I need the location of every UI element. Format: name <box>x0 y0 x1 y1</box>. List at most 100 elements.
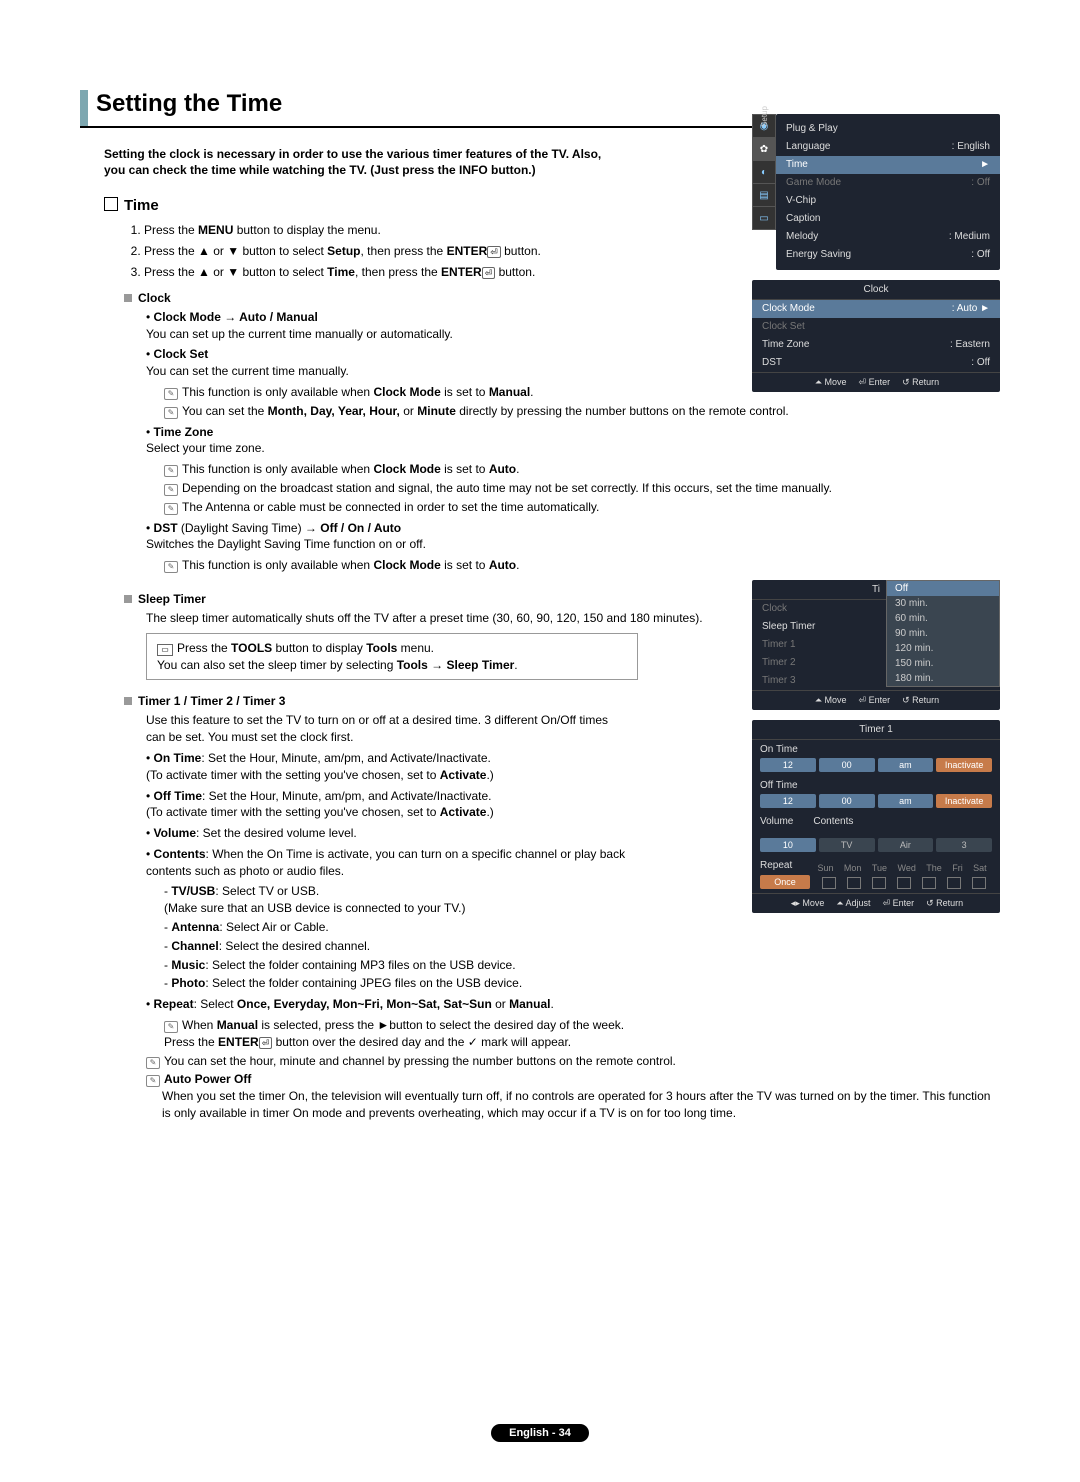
day-checkbox <box>922 877 936 889</box>
timer-btn: 12 <box>760 758 816 772</box>
sleep-timer-popup: Off30 min.60 min.90 min.120 min.150 min.… <box>886 580 1000 687</box>
popup-option: 30 min. <box>887 596 999 611</box>
timer-btn: 12 <box>760 794 816 808</box>
ontime-text: On Time: Set the Hour, Minute, am/pm, an… <box>146 751 494 782</box>
contents-antenna: - Antenna: Select Air or Cable. <box>164 919 1000 936</box>
volume-text: Volume: Set the desired volume level. <box>154 826 357 840</box>
page-title: Setting the Time <box>96 90 282 126</box>
popup-option: Off <box>887 581 999 596</box>
clock-menu-screenshot: Clock Clock Mode: Auto ►Clock SetTime Zo… <box>752 280 1000 392</box>
clock-set-note2-text: You can set the Month, Day, Year, Hour, … <box>182 404 789 418</box>
auto-power-off: ✎Auto Power OffWhen you set the timer On… <box>146 1071 1000 1121</box>
intro-text: Setting the clock is necessary in order … <box>104 146 604 178</box>
clock-set-note1-text: This function is only available when Clo… <box>182 385 534 399</box>
timer-btn: am <box>878 794 934 808</box>
timer-btn: Inactivate <box>936 758 992 772</box>
timer-heading-label: Timer 1 / Timer 2 / Timer 3 <box>138 694 285 708</box>
channel-text: Channel: Select the desired channel. <box>171 939 370 953</box>
timer-screenshots: Ti ClockSleep Timer: OffTimer 1Timer 2Ti… <box>752 580 1000 913</box>
timer-btn: 10 <box>760 838 816 852</box>
ontime-label: On Time <box>760 744 992 755</box>
setup-menu-screenshot: ◉ ✿ ◐ ▤ ▭ Setup Plug & PlayLanguage: Eng… <box>776 114 1000 270</box>
popup-option: 180 min. <box>887 671 999 686</box>
day-checkbox <box>847 877 861 889</box>
number-note-text: You can set the hour, minute and channel… <box>164 1054 676 1068</box>
popup-option: 60 min. <box>887 611 999 626</box>
timezone-item: • Time ZoneSelect your time zone. <box>146 424 1000 458</box>
repeat-note-text: When Manual is selected, press the ►butt… <box>164 1018 624 1049</box>
timer-btn: 00 <box>819 794 875 808</box>
popup-option: 150 min. <box>887 656 999 671</box>
time-menu-screenshot: Ti ClockSleep Timer: OffTimer 1Timer 2Ti… <box>752 580 1000 710</box>
timer-btn: 3 <box>936 838 992 852</box>
dst-item: • DST (Daylight Saving Time) → Off / On … <box>146 520 1000 554</box>
tz-note2-text: Depending on the broadcast station and s… <box>182 481 832 495</box>
day-checkbox <box>947 877 961 889</box>
timer-btn: Inactivate <box>936 794 992 808</box>
offtime-label: Off Time <box>760 780 992 791</box>
day-checkbox <box>897 877 911 889</box>
rep-label: Repeat <box>760 860 792 873</box>
repeat-text: Repeat: Select Once, Everyday, Mon~Fri, … <box>154 997 554 1011</box>
page-number-badge: English - 34 <box>491 1424 589 1442</box>
dst-desc: Switches the Daylight Saving Time functi… <box>146 537 426 551</box>
setup-row: Energy Saving: Off <box>776 246 1000 264</box>
timer-btn: 00 <box>819 758 875 772</box>
tvusb-text: TV/USB: Select TV or USB.(Make sure that… <box>164 884 466 915</box>
clock-set-note2: ✎You can set the Month, Day, Year, Hour,… <box>164 403 1000 420</box>
timer-btn: TV <box>819 838 875 852</box>
page: Setting the Time Setting the clock is ne… <box>0 0 1080 1482</box>
contents-music: - Music: Select the folder containing MP… <box>164 957 1000 974</box>
number-buttons-note: ✎You can set the hour, minute and channe… <box>146 1053 1000 1070</box>
tz-note2: ✎Depending on the broadcast station and … <box>164 480 1000 497</box>
dst-note: ✎This function is only available when Cl… <box>164 557 1000 574</box>
auto-power-label: Auto Power Off <box>164 1072 251 1086</box>
sleep-tools-text: Press the TOOLS button to display Tools … <box>157 641 518 672</box>
vol-label: Volume <box>760 816 793 827</box>
tab-icon: ▤ <box>752 183 776 207</box>
music-text: Music: Select the folder containing MP3 … <box>171 958 515 972</box>
clock-set-desc: You can set the current time manually. <box>146 364 349 378</box>
page-footer: English - 34 <box>0 1424 1080 1442</box>
setup-row: Caption <box>776 210 1000 228</box>
sleep-heading-label: Sleep Timer <box>138 592 206 606</box>
clock-mode-label: Clock Mode → Auto / Manual <box>154 310 318 324</box>
repeat-item: • Repeat: Select Once, Everyday, Mon~Fri… <box>146 996 1000 1013</box>
tz-note1-text: This function is only available when Clo… <box>182 462 519 476</box>
tab-icon: ▭ <box>752 206 776 230</box>
section-time-label: Time <box>124 197 159 214</box>
clock-row: DST: Off <box>752 354 1000 372</box>
setup-side-label: Setup <box>760 106 769 127</box>
clock-row: Clock Mode: Auto ► <box>752 300 1000 318</box>
repeat-once-btn: Once <box>760 875 810 889</box>
auto-power-desc: When you set the timer On, the televisio… <box>162 1088 1000 1122</box>
setup-screenshots: ◉ ✿ ◐ ▤ ▭ Setup Plug & PlayLanguage: Eng… <box>752 114 1000 402</box>
popup-option: 90 min. <box>887 626 999 641</box>
tz-note1: ✎This function is only available when Cl… <box>164 461 1000 478</box>
timer-btn: am <box>878 758 934 772</box>
clock-set-label: Clock Set <box>154 347 209 361</box>
offtime-text: Off Time: Set the Hour, Minute, am/pm, a… <box>146 789 494 820</box>
timer1-title: Timer 1 <box>752 720 1000 740</box>
day-checkbox <box>972 877 986 889</box>
tz-note3: ✎The Antenna or cable must be connected … <box>164 499 1000 516</box>
tz-note3-text: The Antenna or cable must be connected i… <box>182 500 599 514</box>
title-accent-bar <box>80 90 88 126</box>
setup-row: Game Mode: Off <box>776 174 1000 192</box>
photo-text: Photo: Select the folder containing JPEG… <box>171 976 522 990</box>
timer-desc: Use this feature to set the TV to turn o… <box>146 712 626 746</box>
timezone-label: Time Zone <box>154 425 214 439</box>
clock-mode-desc: You can set up the current time manually… <box>146 327 453 341</box>
setup-row: Plug & Play <box>776 120 1000 138</box>
setup-row: V-Chip <box>776 192 1000 210</box>
clock-heading-label: Clock <box>138 291 171 305</box>
timezone-desc: Select your time zone. <box>146 441 265 455</box>
clock-row: Clock Set <box>752 318 1000 336</box>
setup-row: Melody: Medium <box>776 228 1000 246</box>
con-label: Contents <box>813 816 853 827</box>
sleep-tools-note: ▭Press the TOOLS button to display Tools… <box>146 633 638 681</box>
dst-note-text: This function is only available when Clo… <box>182 558 519 572</box>
timer-btn: Air <box>878 838 934 852</box>
day-checkbox <box>872 877 886 889</box>
dst-label: DST (Daylight Saving Time) → Off / On / … <box>154 521 402 535</box>
